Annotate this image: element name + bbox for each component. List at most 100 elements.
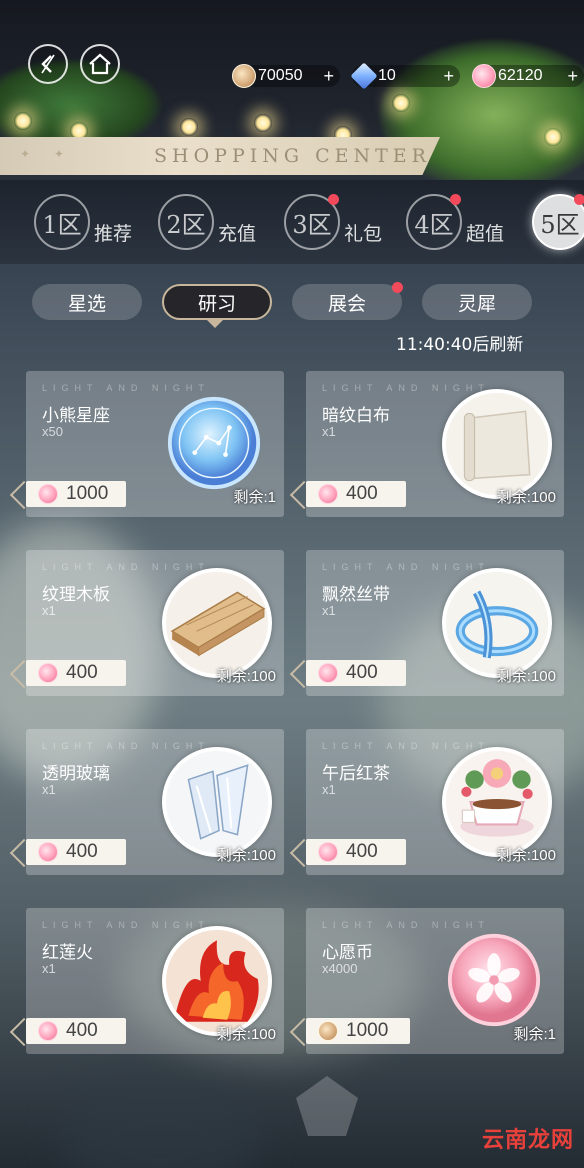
add-pink-token-button[interactable]: + (567, 65, 578, 87)
subtab-xingxuan[interactable]: 星选 (32, 284, 142, 320)
item-remaining: 剩余:100 (496, 489, 556, 506)
item-quantity: x1 (42, 603, 56, 618)
pink-token-icon (38, 842, 58, 862)
white-cloth-icon (446, 393, 548, 495)
shop-item-card[interactable]: LIGHT AND NIGHT 纹理木板 x1 剩余:100 400 (26, 550, 284, 696)
shop-item-card[interactable]: LIGHT AND NIGHT 小熊星座 x50 剩余:1 1000 (26, 371, 284, 517)
notification-dot (574, 194, 584, 205)
zone-label: 超值 (466, 223, 505, 245)
price-tag[interactable]: 400 (26, 839, 126, 865)
item-remaining: 剩余:1 (513, 1026, 556, 1043)
item-price: 400 (66, 841, 98, 862)
currency-gem[interactable]: 10 + (350, 62, 460, 90)
item-price: 400 (66, 662, 98, 683)
price-tag[interactable]: 400 (26, 1018, 126, 1044)
item-remaining: 剩余:100 (496, 668, 556, 685)
card-watermark: LIGHT AND NIGHT (322, 383, 490, 393)
notification-dot (328, 194, 339, 205)
item-name: 午后红茶 (322, 764, 390, 784)
pink-token-icon (318, 663, 338, 683)
shop-item-card[interactable]: LIGHT AND NIGHT 红莲火 x1 剩余:100 400 (26, 908, 284, 1054)
price-tag[interactable]: 400 (306, 839, 406, 865)
subtab-lingxi[interactable]: 灵犀 (422, 284, 532, 320)
item-name: 心愿币 (322, 943, 373, 963)
currency-pink-token[interactable]: 62120 + (472, 64, 584, 88)
item-quantity: x1 (42, 961, 56, 976)
constellation-coin-icon (167, 396, 261, 490)
item-remaining: 剩余:100 (216, 1026, 276, 1043)
pink-token-icon (38, 484, 58, 504)
tab-zone-2[interactable]: 2区 充值 (158, 194, 256, 250)
home-button[interactable] (80, 44, 120, 84)
price-tag[interactable]: 400 (306, 660, 406, 686)
item-image (162, 926, 272, 1036)
currency-coin[interactable]: 70050 + (232, 64, 340, 88)
shop-item-card[interactable]: LIGHT AND NIGHT 暗纹白布 x1 剩余:100 400 (306, 371, 564, 517)
item-name: 红莲火 (42, 943, 93, 963)
add-gem-button[interactable]: + (443, 65, 454, 87)
pink-token-icon (318, 842, 338, 862)
item-name: 透明玻璃 (42, 764, 110, 784)
banner-title: SHOPPING CENTER (154, 145, 431, 167)
tab-zone-1[interactable]: 1区 推荐 (34, 194, 132, 250)
home-icon (89, 53, 111, 75)
zone-label: 充值 (218, 223, 257, 245)
shop-item-card[interactable]: LIGHT AND NIGHT 午后红茶 x1 剩余:100 400 (306, 729, 564, 875)
price-tag[interactable]: 400 (26, 660, 126, 686)
shop-item-card[interactable]: LIGHT AND NIGHT 透明玻璃 x1 剩余:100 400 (26, 729, 284, 875)
back-button[interactable] (28, 44, 68, 84)
zone-number: 1区 (34, 194, 90, 250)
pentagon-decoration (296, 1076, 358, 1136)
item-image (442, 389, 552, 499)
notification-dot (450, 194, 461, 205)
item-name: 纹理木板 (42, 585, 110, 605)
subtab-yanxi[interactable]: 研习 (162, 284, 272, 320)
gem-icon (350, 62, 378, 90)
gem-amount: 10 (378, 67, 396, 84)
card-watermark: LIGHT AND NIGHT (42, 920, 210, 930)
shop-item-card[interactable]: LIGHT AND NIGHT 心愿币 x4000 剩余:1 1000 (306, 908, 564, 1054)
pink-token-icon (38, 1021, 58, 1041)
notification-dot (392, 282, 403, 293)
fairy-light-icon (254, 114, 272, 132)
item-price: 1000 (346, 1020, 389, 1041)
item-image (442, 568, 552, 678)
card-watermark: LIGHT AND NIGHT (322, 562, 490, 572)
item-price: 400 (346, 662, 378, 683)
item-price: 1000 (66, 483, 109, 504)
back-arrow-icon (41, 54, 55, 74)
wish-coin-icon (447, 933, 541, 1027)
card-watermark: LIGHT AND NIGHT (322, 920, 490, 930)
wood-planks-icon (166, 572, 268, 674)
item-image (162, 747, 272, 857)
item-quantity: x4000 (322, 961, 358, 976)
item-remaining: 剩余:100 (216, 668, 276, 685)
card-watermark: LIGHT AND NIGHT (322, 741, 490, 751)
pink-token-icon (318, 484, 338, 504)
shopping-center-banner: ✦ ✦ SHOPPING CENTER (0, 137, 440, 175)
card-watermark: LIGHT AND NIGHT (42, 741, 210, 751)
item-price: 400 (66, 1020, 98, 1041)
zone-tabs: 1区 推荐 2区 充值 3区 礼包 4区 超值 5区 (0, 180, 584, 264)
subtab-zhanhui[interactable]: 展会 (292, 284, 402, 320)
add-coin-button[interactable]: + (323, 65, 334, 87)
sparkle-icon: ✦ ✦ (20, 147, 74, 161)
refresh-timer: 11:40:40后刷新 (396, 335, 524, 355)
price-tag[interactable]: 1000 (26, 481, 126, 507)
fairy-light-icon (14, 112, 32, 130)
price-tag[interactable]: 400 (306, 481, 406, 507)
item-name: 小熊星座 (42, 406, 110, 426)
tea-cup-icon (446, 751, 548, 853)
item-image (446, 932, 542, 1028)
shop-item-card[interactable]: LIGHT AND NIGHT 飘然丝带 x1 剩余:100 400 (306, 550, 564, 696)
card-watermark: LIGHT AND NIGHT (42, 562, 210, 572)
item-remaining: 剩余:100 (216, 847, 276, 864)
item-price: 400 (346, 483, 378, 504)
blue-ribbon-icon (446, 572, 548, 674)
card-watermark: LIGHT AND NIGHT (42, 383, 210, 393)
pink-token-amount: 62120 (498, 67, 543, 84)
coin-icon (232, 64, 256, 88)
price-tag[interactable]: 1000 (306, 1018, 410, 1044)
item-quantity: x50 (42, 424, 63, 439)
item-remaining: 剩余:100 (496, 847, 556, 864)
